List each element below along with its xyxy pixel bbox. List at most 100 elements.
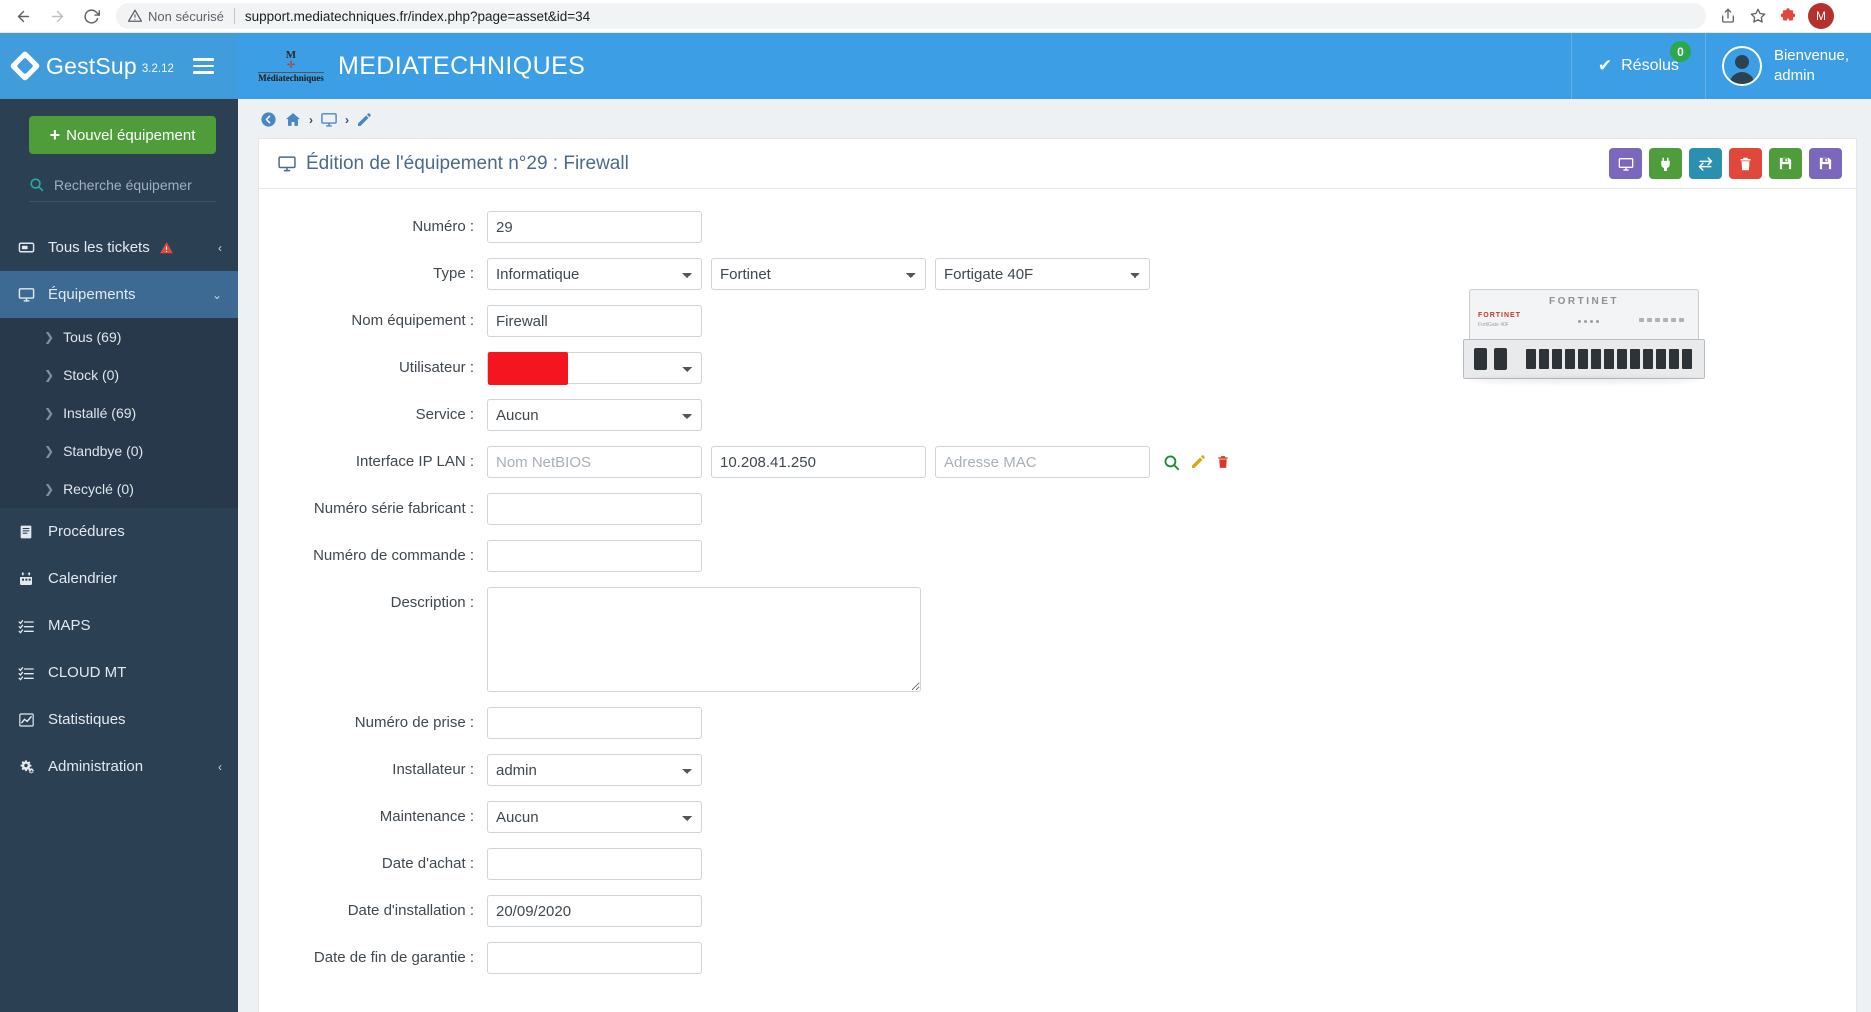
plus-icon: +	[49, 124, 61, 145]
search-input[interactable]	[54, 176, 216, 193]
numero-serie-input[interactable]	[487, 493, 702, 525]
home-icon[interactable]	[284, 111, 302, 128]
user-menu[interactable]: Bienvenue, admin	[1706, 33, 1871, 99]
sidebar-item-label: Équipements	[48, 286, 136, 303]
share-icon[interactable]	[1714, 2, 1742, 30]
delete-button[interactable]	[1729, 148, 1762, 179]
transfer-button[interactable]	[1689, 148, 1722, 179]
date-installation-input[interactable]	[487, 895, 702, 927]
chevron-right-icon: ❯	[44, 482, 55, 496]
type-model-select[interactable]: Fortigate 40F	[935, 258, 1150, 290]
address-bar[interactable]: Non sécurisé support.mediatechniques.fr/…	[116, 3, 1706, 29]
field-row-date-achat: Date d'achat :	[259, 848, 1856, 880]
numero-prise-input[interactable]	[487, 707, 702, 739]
interface-actions	[1159, 446, 1230, 478]
installateur-select[interactable]: admin	[487, 754, 702, 786]
sidebar-subitem-standbye[interactable]: ❯ Standbye (0)	[0, 432, 238, 470]
star-icon[interactable]	[1744, 2, 1772, 30]
save-and-close-button[interactable]	[1809, 148, 1842, 179]
label-date-installation: Date d'installation :	[347, 902, 474, 919]
description-textarea[interactable]	[487, 587, 921, 692]
numero-input[interactable]	[487, 211, 702, 243]
resolved-label: Résolus	[1621, 57, 1679, 74]
browser-back-button[interactable]	[6, 1, 40, 31]
field-row-numero-prise: Numéro de prise :	[259, 707, 1856, 739]
netbios-input[interactable]	[487, 446, 702, 478]
browser-actions: M	[1714, 2, 1838, 30]
field-row-utilisateur: Utilisateur :	[259, 352, 1856, 385]
mac-address-input[interactable]	[935, 446, 1150, 478]
new-equipment-button[interactable]: + Nouvel équipement	[29, 116, 216, 154]
equipment-search[interactable]	[29, 168, 216, 202]
avatar	[1721, 46, 1762, 86]
sidebar-item-label: MAPS	[48, 617, 91, 634]
sidebar-item-label: Tous les tickets	[48, 239, 150, 256]
sidebar-subitem-label: Tous (69)	[63, 329, 122, 345]
date-achat-input[interactable]	[487, 848, 702, 880]
hamburger-icon[interactable]	[193, 58, 214, 74]
new-equipment-label: Nouvel équipement	[66, 126, 196, 144]
page-title-text: Édition de l'équipement n°29 : Firewall	[306, 152, 629, 174]
sidebar-subitem-recycle[interactable]: ❯ Recyclé (0)	[0, 470, 238, 508]
ip-address-input[interactable]	[711, 446, 926, 478]
sidebar-item-label: CLOUD MT	[48, 664, 127, 681]
sidebar-item-tickets[interactable]: Tous les tickets ‹	[0, 224, 238, 271]
sidebar-subitem-tous[interactable]: ❯ Tous (69)	[0, 318, 238, 356]
chevron-right-icon: ❯	[44, 406, 55, 420]
pencil-icon[interactable]	[356, 112, 372, 128]
field-row-installateur: Installateur : admin	[259, 754, 1856, 786]
monitor-icon[interactable]	[320, 111, 338, 128]
pencil-icon[interactable]	[1190, 454, 1206, 470]
equipment-submenu: ❯ Tous (69) ❯ Stock (0) ❯ Installé (69) …	[0, 318, 238, 508]
gears-icon	[18, 759, 48, 775]
sidebar-item-maps[interactable]: MAPS	[0, 602, 238, 649]
sidebar-item-label: Administration	[48, 758, 144, 775]
nom-equipement-input[interactable]	[487, 305, 702, 337]
app-brand: GestSup 3.2.12	[0, 33, 238, 99]
browser-forward-button[interactable]	[40, 1, 74, 31]
date-fin-garantie-input[interactable]	[487, 942, 702, 974]
reload-icon	[83, 8, 100, 24]
type-brand-select[interactable]: Fortinet	[711, 258, 926, 290]
ticket-icon	[18, 239, 48, 256]
sidebar-subitem-stock[interactable]: ❯ Stock (0)	[0, 356, 238, 394]
browser-reload-button[interactable]	[74, 1, 108, 31]
trash-icon[interactable]	[1216, 454, 1230, 470]
label-utilisateur: Utilisateur :	[398, 359, 474, 376]
puzzle-icon[interactable]	[1774, 2, 1802, 30]
chevron-left-icon: ‹	[218, 240, 222, 255]
calendar-icon	[18, 571, 48, 587]
browser-toolbar: Non sécurisé support.mediatechniques.fr/…	[0, 0, 1871, 33]
service-select[interactable]: Aucun	[487, 399, 702, 431]
field-row-date-installation: Date d'installation :	[259, 895, 1856, 927]
sidebar-item-cloud-mt[interactable]: CLOUD MT	[0, 649, 238, 696]
monitor-icon	[18, 286, 48, 303]
circle-arrow-left-icon[interactable]	[260, 111, 277, 128]
equipment-form: Numéro : Type : Informatique Fortinet	[259, 189, 1856, 974]
maintenance-select[interactable]: Aucun	[487, 801, 702, 833]
view-equipment-button[interactable]	[1609, 148, 1642, 179]
save-button[interactable]	[1769, 148, 1802, 179]
omnibox-divider	[233, 8, 235, 24]
sidebar-item-procedures[interactable]: Procédures	[0, 508, 238, 555]
brand-name: GestSup	[46, 52, 137, 79]
not-secure-warning-icon	[128, 9, 142, 23]
field-row-type: Type : Informatique Fortinet Fortigate 4…	[259, 258, 1856, 290]
sidebar-item-statistiques[interactable]: Statistiques	[0, 696, 238, 743]
chevron-right-icon: ❯	[44, 444, 55, 458]
sidebar-item-administration[interactable]: Administration ‹	[0, 743, 238, 790]
label-service: Service :	[415, 406, 474, 423]
header-client-area: M ✛ Médiatechniques MEDIATECHNIQUES	[238, 33, 1571, 99]
sidebar-item-equipements[interactable]: Équipements ⌄	[0, 271, 238, 318]
resolved-tickets-button[interactable]: ✔ Résolus 0	[1570, 33, 1706, 99]
power-button[interactable]	[1649, 148, 1682, 179]
utilisateur-select[interactable]	[487, 352, 702, 384]
search-icon[interactable]	[1163, 454, 1180, 471]
browser-profile-avatar[interactable]: M	[1808, 3, 1834, 29]
sidebar-item-calendrier[interactable]: Calendrier	[0, 555, 238, 602]
type-category-select[interactable]: Informatique	[487, 258, 702, 290]
numero-commande-input[interactable]	[487, 540, 702, 572]
triangle-alert-icon	[128, 9, 142, 22]
sidebar-subitem-installe[interactable]: ❯ Installé (69)	[0, 394, 238, 432]
resolved-count-badge: 0	[1669, 41, 1691, 62]
